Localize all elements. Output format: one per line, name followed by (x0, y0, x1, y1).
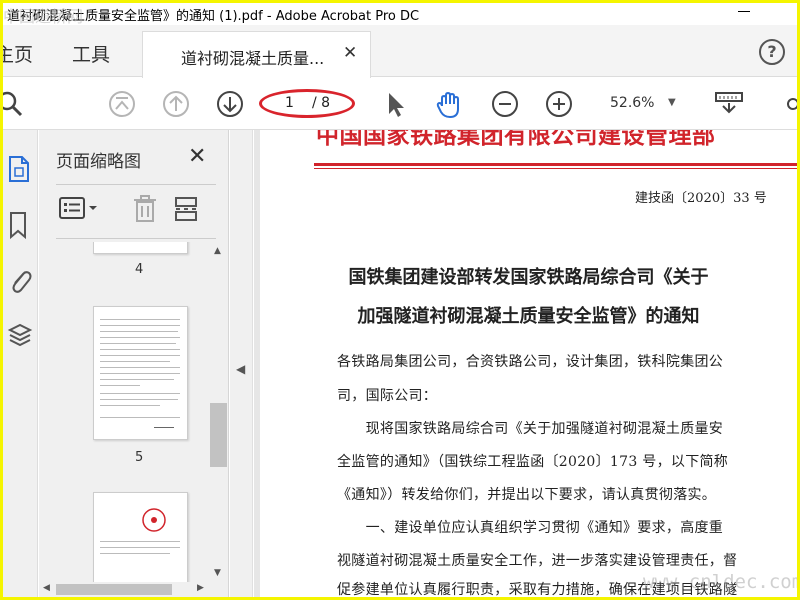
page-thumbnails-icon[interactable] (7, 154, 33, 188)
thumbnail-page-number: 4 (135, 262, 144, 277)
panel-collapse-strip[interactable]: ◀ (230, 130, 253, 597)
tab-bar: 主页 工具 道衬砌混凝土质量... ✕ ? (3, 25, 797, 78)
seal-icon (142, 508, 166, 532)
panel-divider (56, 184, 216, 185)
title-bar: 道衬砌混凝土质量安全监管》的通知 (1).pdf - Adobe Acrobat… (3, 3, 797, 26)
page-thumbnail-4[interactable] (93, 242, 188, 254)
toolbar: 1 / 8 52.6% ▼ (3, 78, 797, 130)
body-text-line: 司，国际公司： (337, 388, 438, 404)
previous-page-icon[interactable] (162, 90, 190, 122)
acrobat-window: 道衬砌混凝土质量安全监管》的通知 (1).pdf - Adobe Acrobat… (3, 3, 797, 597)
help-icon[interactable]: ? (759, 39, 785, 65)
scroll-up-icon[interactable]: ▲ (214, 246, 221, 256)
current-page-input[interactable]: 1 (285, 95, 294, 111)
header-rule (314, 163, 797, 166)
search-icon[interactable] (3, 90, 25, 122)
thumbnail-page-number: 5 (135, 450, 144, 465)
document-number: 建技函〔2020〕33 号 (635, 191, 767, 206)
zoom-dropdown[interactable]: 52.6% ▼ (602, 92, 684, 116)
organization-header: 中国国家铁路集团有限公司建设管理部 (316, 130, 716, 149)
body-text-line: 全监管的通知》（国铁综工程监函〔2020〕173 号，以下简称 (337, 454, 729, 470)
body-text-line: 现将国家铁路局综合司《关于加强隧道衬砌混凝土质量安 (337, 421, 724, 437)
scrollbar-thumb[interactable] (56, 584, 172, 595)
document-view[interactable]: 中国国家铁路集团有限公司建设管理部 建技函〔2020〕33 号 国铁集团建设部转… (254, 130, 797, 597)
body-text-line: 一、建设单位应认真组织学习贯彻《通知》要求，高度重 (337, 520, 724, 536)
total-pages: / 8 (312, 95, 331, 111)
scrollbar-thumb[interactable] (210, 403, 227, 467)
menu-home[interactable]: 主页 (3, 40, 33, 67)
zoom-value: 52.6% (610, 95, 655, 111)
scroll-down-icon[interactable]: ▼ (214, 568, 221, 578)
page-number-field[interactable]: 1 / 8 (259, 89, 355, 118)
document-tab-label: 道衬砌混凝土质量... (181, 49, 325, 68)
next-page-icon[interactable] (216, 90, 244, 122)
thumbnails-list: 4 5 (39, 242, 211, 582)
scroll-left-icon[interactable]: ◀ (43, 583, 50, 593)
delete-page-icon[interactable] (132, 195, 158, 227)
chevron-down-icon: ▼ (668, 97, 676, 108)
watermark-bottom-right: www.cnldec.com (643, 571, 797, 593)
document-tab[interactable]: 道衬砌混凝土质量... ✕ (142, 31, 371, 78)
zoom-out-icon[interactable] (491, 90, 519, 122)
body-text-line: 《通知》）转发给你们，并提出以下要求，请认真贯彻落实。 (337, 487, 717, 503)
zoom-in-icon[interactable] (545, 90, 573, 122)
scroll-right-icon[interactable]: ▶ (197, 583, 204, 593)
select-cursor-icon[interactable] (384, 90, 408, 122)
page-thumbnail-6[interactable] (93, 492, 188, 582)
minimize-button[interactable] (738, 11, 750, 12)
document-title-line: 加强隧道衬砌混凝土质量安全监管》的通知 (357, 306, 700, 327)
collapse-panel-icon[interactable]: ◀ (236, 362, 245, 376)
watermark-top-left: 中国道桥网 (3, 7, 84, 26)
close-tab-icon[interactable]: ✕ (343, 43, 357, 63)
panel-title: 页面缩略图 (56, 152, 141, 172)
page-thumbnails-panel: 页面缩略图 ✕ 4 5 ▲ ▼ ◀ ▶ (39, 130, 229, 597)
thumbnails-horizontal-scrollbar[interactable]: ◀ ▶ (39, 582, 211, 597)
attachments-icon[interactable] (7, 266, 33, 300)
more-tools-icon[interactable] (787, 90, 797, 122)
body-text-line: 视隧道衬砌混凝土质量安全工作，进一步落实建设管理责任，督 (337, 553, 738, 569)
menu-tools[interactable]: 工具 (72, 40, 110, 67)
thumbnail-options-icon[interactable] (58, 195, 102, 225)
insert-page-icon[interactable] (173, 195, 203, 227)
close-panel-icon[interactable]: ✕ (188, 144, 206, 169)
document-title-line: 国铁集团建设部转发国家铁路局综合司《关于 (348, 267, 709, 288)
bookmarks-icon[interactable] (7, 210, 33, 244)
header-rule (314, 168, 797, 169)
pdf-page: 中国国家铁路集团有限公司建设管理部 建技函〔2020〕33 号 国铁集团建设部转… (260, 130, 797, 597)
layers-icon[interactable] (7, 320, 33, 354)
thumbnails-vertical-scrollbar[interactable]: ▲ ▼ (210, 242, 227, 582)
first-page-icon[interactable] (108, 90, 136, 122)
navigation-rail (3, 130, 38, 597)
hand-tool-icon[interactable] (434, 90, 464, 124)
scrolling-mode-icon[interactable] (714, 90, 744, 122)
body-text-line: 各铁路局集团公司，合资铁路公司，设计集团，铁科院集团公 (337, 354, 724, 370)
page-thumbnail-5[interactable] (93, 306, 188, 440)
panel-divider (56, 238, 216, 239)
